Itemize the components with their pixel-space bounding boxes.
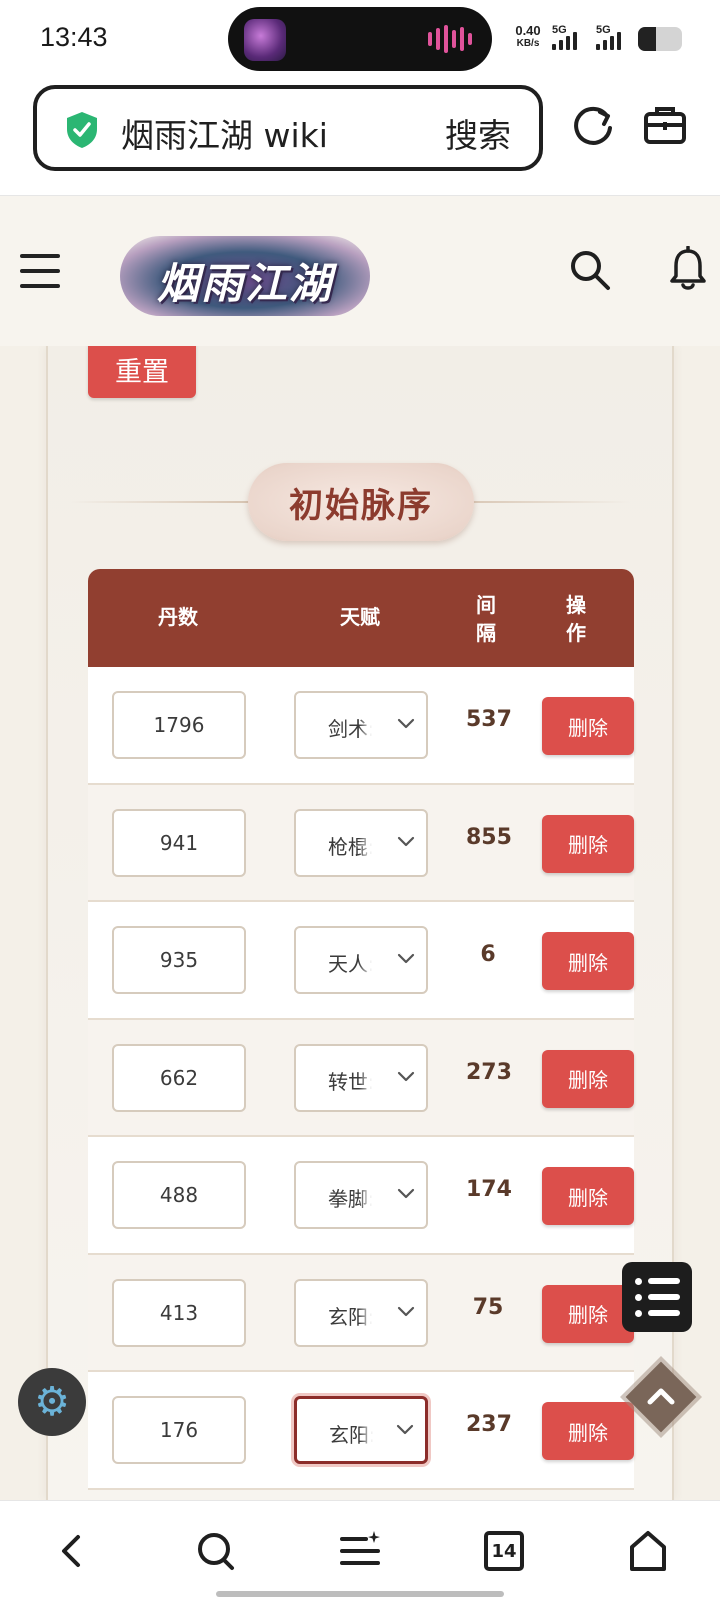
- chevron-down-icon: [397, 1071, 415, 1081]
- dynamic-island[interactable]: [228, 7, 492, 71]
- site-header: 烟雨江湖: [0, 196, 720, 346]
- talent-select-value: 天人:: [328, 952, 372, 976]
- table-row: 176 玄阳: 237 删除: [88, 1372, 634, 1490]
- interval-value: 273: [466, 1059, 512, 1085]
- table-row: 488 拳脚: 174 删除: [88, 1137, 634, 1255]
- header-interval: 间 隔: [476, 593, 496, 645]
- reload-icon[interactable]: [570, 102, 616, 148]
- gesture-bar[interactable]: [216, 1591, 504, 1597]
- interval-value: 855: [466, 824, 512, 850]
- delete-button[interactable]: 删除: [542, 1284, 634, 1343]
- talent-select[interactable]: 转世:: [294, 1043, 428, 1112]
- signal-sim2-icon: 5G: [596, 24, 621, 50]
- talent-select-value: 玄阳:: [328, 1304, 372, 1329]
- network-speed-value: 0.40: [515, 23, 541, 38]
- hamburger-menu-icon[interactable]: [20, 254, 60, 290]
- delete-button[interactable]: 删除: [542, 814, 634, 873]
- table-row: 1796 剑术: 537 删除: [88, 667, 634, 785]
- address-bar[interactable]: 烟雨江湖 wiki 搜索: [33, 85, 543, 171]
- delete-button[interactable]: 删除: [542, 1167, 634, 1225]
- tabs-icon[interactable]: 14: [484, 1531, 524, 1571]
- header-talent: 天赋: [340, 605, 380, 629]
- dan-input[interactable]: 413: [112, 1278, 246, 1347]
- table-row: 941 枪棍: 855 删除: [88, 784, 634, 902]
- list-menu-icon[interactable]: [622, 1262, 692, 1332]
- search-button[interactable]: 搜索: [445, 109, 511, 157]
- dan-input[interactable]: 488: [112, 1161, 246, 1229]
- talent-select-value: 剑术:: [328, 717, 372, 741]
- reset-button[interactable]: 重置: [88, 346, 196, 398]
- dan-input[interactable]: 935: [112, 926, 246, 994]
- talent-select-value: 转世:: [328, 1069, 372, 1094]
- talent-select[interactable]: 玄阳:: [294, 1396, 428, 1464]
- back-arrow-icon[interactable]: [50, 1529, 94, 1573]
- shield-check-icon: [67, 112, 97, 148]
- site-logo[interactable]: 烟雨江湖: [120, 236, 370, 316]
- table-header: 丹数 天赋 间 隔 操 作: [88, 569, 634, 667]
- section-title: 初始脉序: [248, 463, 474, 541]
- delete-button[interactable]: 删除: [542, 1402, 634, 1460]
- talent-select-value: 枪棍:: [328, 834, 372, 859]
- browser-toolbar: 烟雨江湖 wiki 搜索: [0, 78, 720, 196]
- network-speed: 0.40 KB/s: [508, 24, 548, 50]
- chevron-down-icon: [397, 836, 415, 846]
- logo-text: 烟雨江湖: [156, 259, 333, 308]
- chevron-down-icon: [396, 1424, 414, 1435]
- dan-input[interactable]: 176: [112, 1396, 246, 1464]
- tab-count: 14: [491, 1540, 517, 1562]
- chevron-down-icon: [397, 1306, 415, 1316]
- chevron-down-icon: [397, 953, 415, 964]
- table-row: 662 转世: 273 删除: [88, 1019, 634, 1137]
- interval-value: 75: [472, 1294, 504, 1320]
- chevron-down-icon: [397, 1188, 415, 1199]
- dan-input[interactable]: 662: [112, 1043, 246, 1112]
- signal-sim1-icon: 5G: [552, 24, 577, 50]
- table-row: 413 玄阳: 75 删除: [88, 1254, 634, 1372]
- back-to-top-icon[interactable]: [642, 1380, 680, 1414]
- sim1-label: 5G: [552, 24, 567, 36]
- talent-select[interactable]: 天人:: [294, 926, 428, 994]
- dan-input[interactable]: 941: [112, 808, 246, 877]
- interval-value: 6: [480, 942, 496, 967]
- talent-select[interactable]: 拳脚:: [294, 1161, 428, 1229]
- network-speed-unit: KB/s: [516, 38, 540, 49]
- page-content: 重置 初始脉序 丹数 天赋 间 隔 操 作 1796 剑术: 537 删除 941 枪棍:…: [0, 346, 720, 1500]
- dan-input[interactable]: 1796: [112, 691, 246, 759]
- talent-select-value: 拳脚:: [328, 1187, 372, 1211]
- header-dan: 丹数: [158, 605, 198, 629]
- home-icon[interactable]: [626, 1529, 670, 1573]
- bottom-nav: 14: [0, 1500, 720, 1600]
- settings-gear-icon[interactable]: ⚙: [18, 1368, 86, 1436]
- interval-value: 174: [466, 1177, 512, 1202]
- search-icon[interactable]: [568, 248, 612, 292]
- url-text[interactable]: 烟雨江湖 wiki: [121, 109, 328, 157]
- battery-icon: [638, 27, 682, 51]
- talent-select[interactable]: 玄阳:: [294, 1278, 428, 1347]
- interval-value: 237: [466, 1412, 512, 1437]
- delete-button[interactable]: 删除: [542, 697, 634, 755]
- battery-level: [638, 27, 656, 51]
- status-time: 13:43: [40, 22, 108, 52]
- talent-select[interactable]: 枪棍:: [294, 808, 428, 877]
- toolbox-icon[interactable]: [642, 102, 688, 148]
- delete-button[interactable]: 删除: [542, 1049, 634, 1108]
- search-icon[interactable]: [194, 1529, 238, 1573]
- table-body: 1796 剑术: 537 删除 941 枪棍: 855 删除 935 天人: 6 删除 662 转世: 27…: [88, 667, 634, 1490]
- talent-select-value: 玄阳:: [329, 1423, 373, 1447]
- interval-value: 537: [466, 707, 512, 732]
- chevron-down-icon: [397, 718, 415, 729]
- bell-icon[interactable]: [668, 246, 708, 292]
- table-row: 935 天人: 6 删除: [88, 902, 634, 1020]
- music-app-icon: [244, 19, 286, 61]
- audio-wave-icon: [428, 25, 472, 53]
- delete-button[interactable]: 删除: [542, 932, 634, 990]
- header-action: 操 作: [566, 593, 586, 645]
- sim2-label: 5G: [596, 24, 611, 36]
- talent-select[interactable]: 剑术:: [294, 691, 428, 759]
- meridian-table: 丹数 天赋 间 隔 操 作 1796 剑术: 537 删除 941 枪棍: 855 删除 935…: [88, 569, 634, 1490]
- menu-star-icon[interactable]: [338, 1529, 382, 1573]
- status-bar: 13:43 0.40 KB/s 5G 5G: [0, 0, 720, 78]
